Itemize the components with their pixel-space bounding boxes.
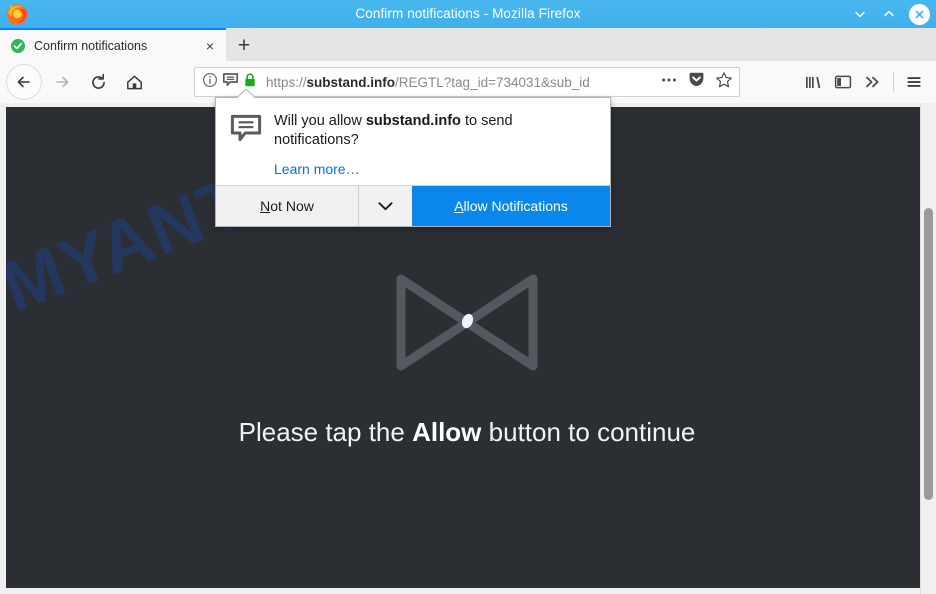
vertical-scrollbar-track[interactable] — [920, 103, 936, 594]
sidebar-button[interactable] — [828, 67, 858, 97]
loading-spinner — [6, 265, 928, 380]
popup-texts: Will you allow substand.info to send not… — [274, 112, 596, 177]
page-message-prefix: Please tap the — [238, 417, 413, 447]
not-now-button[interactable]: Not Now — [216, 186, 358, 226]
overflow-chevrons-icon — [866, 76, 879, 88]
toolbar-separator — [893, 72, 894, 92]
notification-bubble-icon — [230, 114, 262, 144]
forward-arrow-icon — [56, 76, 69, 88]
window-titlebar: Confirm notifications - Mozilla Firefox — [0, 0, 936, 28]
tab-confirm-notifications[interactable]: Confirm notifications × — [0, 28, 226, 61]
not-now-accesskey: N — [260, 198, 271, 215]
toolbar-right-icons — [798, 61, 936, 103]
permission-question: Will you allow substand.info to send not… — [274, 112, 596, 150]
url-bar[interactable]: https://substand.info/REGTL?tag_id=73403… — [194, 67, 740, 97]
pocket-icon[interactable] — [688, 71, 705, 93]
not-now-rest: ot Now — [270, 198, 314, 215]
infinity-loader-icon — [396, 274, 538, 371]
close-icon — [915, 10, 924, 18]
popup-body: Will you allow substand.info to send not… — [216, 98, 610, 185]
reload-button[interactable] — [82, 66, 114, 98]
library-button[interactable] — [798, 67, 828, 97]
minimize-button[interactable] — [851, 5, 869, 23]
hamburger-menu-icon — [907, 77, 921, 87]
back-arrow-icon — [17, 76, 30, 88]
overflow-button[interactable] — [858, 67, 888, 97]
question-domain: substand.info — [365, 113, 461, 129]
library-icon — [806, 77, 821, 88]
popup-dropdown-button[interactable] — [358, 186, 412, 227]
notification-permission-popup: Will you allow substand.info to send not… — [215, 97, 611, 228]
back-button[interactable] — [6, 64, 42, 100]
home-icon — [126, 75, 142, 89]
chevron-down-icon — [378, 202, 393, 211]
window-title: Confirm notifications - Mozilla Firefox — [355, 6, 581, 21]
page-message-suffix: button to continue — [481, 417, 696, 447]
home-button[interactable] — [118, 66, 150, 98]
close-button[interactable] — [909, 3, 930, 25]
learn-more-link[interactable]: Learn more… — [274, 161, 596, 177]
reload-icon — [91, 73, 105, 89]
window-controls — [851, 0, 930, 28]
popup-arrow — [237, 89, 255, 98]
vertical-scrollbar-thumb[interactable] — [924, 208, 933, 500]
page-actions-ellipsis-icon[interactable] — [660, 72, 678, 93]
tab-strip: Confirm notifications × + — [0, 28, 936, 62]
url-path: /REGTL?tag_id=734031&sub_id — [395, 74, 590, 90]
new-tab-button[interactable]: + — [230, 32, 258, 58]
allow-notifications-button[interactable]: Allow Notifications — [412, 186, 610, 227]
maximize-button[interactable] — [880, 5, 898, 23]
allow-rest: llow Notifications — [463, 198, 568, 215]
url-text[interactable]: https://substand.info/REGTL?tag_id=73403… — [266, 75, 654, 90]
url-domain: substand.info — [306, 74, 396, 90]
tab-close-icon[interactable]: × — [200, 36, 220, 56]
url-scheme: https:// — [266, 74, 307, 90]
tab-label: Confirm notifications — [34, 38, 148, 53]
firefox-browser-window: Confirm notifications - Mozilla Firefox — [0, 0, 936, 594]
green-check-icon — [10, 38, 26, 54]
allow-accesskey: A — [454, 198, 464, 215]
app-menu-button[interactable] — [899, 67, 929, 97]
sidebar-icon — [834, 75, 852, 89]
identity-info-icon[interactable] — [202, 72, 218, 93]
page-message: Please tap the Allow button to continue — [6, 417, 928, 448]
page-message-bold: Allow — [412, 417, 482, 447]
popup-footer: Not Now Allow Notifications — [216, 185, 610, 227]
star-bookmark-icon[interactable] — [715, 71, 733, 94]
question-prefix: Will you allow — [274, 113, 366, 129]
url-bar-actions — [654, 71, 733, 94]
forward-button[interactable] — [46, 66, 78, 98]
